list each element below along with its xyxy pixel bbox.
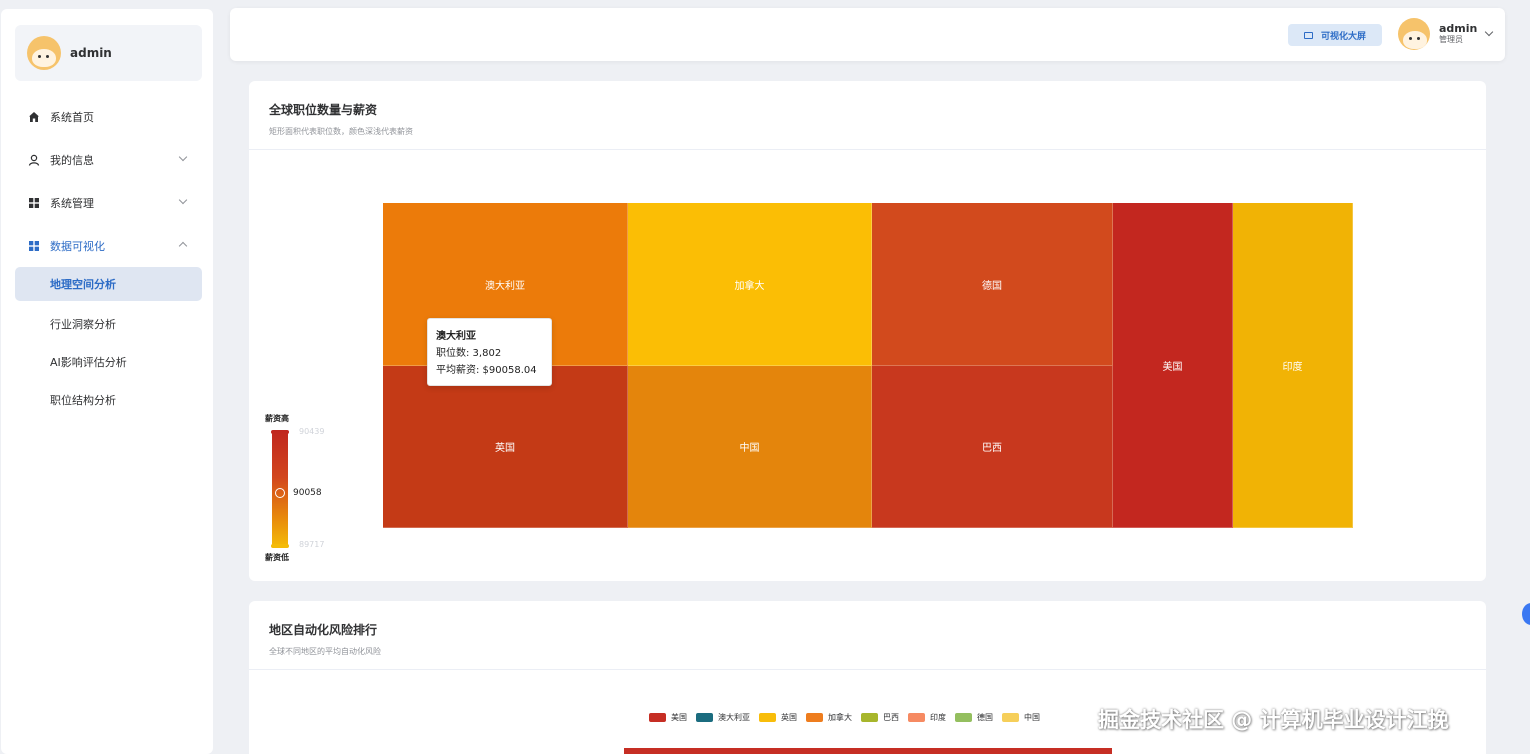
sidebar-item-my-info[interactable]: 我的信息 [15,138,202,181]
tooltip-jobs: 职位数: 3,802 [436,348,502,359]
sidebar-username: admin [70,46,112,60]
tooltip-title: 澳大利亚 [436,331,476,342]
legend-item[interactable]: 巴西 [861,712,899,723]
legend-item[interactable]: 英国 [759,712,797,723]
avatar [27,36,61,70]
legend-label: 印度 [930,713,946,722]
sidebar-item-home[interactable]: 系统首页 [15,95,202,138]
jobs-salary-card: 全球职位数量与薪资 矩形面积代表职位数，颜色深浅代表薪资 澳大利亚 英国 加拿大… [249,81,1486,581]
treemap-cell[interactable]: 英国 [383,366,628,528]
watermark: 掘金技术社区 @ 计算机毕业设计江挽 [1098,708,1449,732]
legend-label: 加拿大 [828,713,852,722]
salary-visual-map: 薪资高 90439 90058 89717 薪资低 [265,411,335,571]
legend-label: 德国 [977,713,993,722]
bigscreen-button[interactable]: 可视化大屏 [1288,24,1382,46]
legend-item[interactable]: 美国 [649,712,687,723]
legend-swatch [1002,713,1019,722]
chevron-up-icon [178,241,188,251]
user-dropdown[interactable]: admin 管理员 [1398,18,1494,50]
legend-swatch [861,713,878,722]
visual-map-low-label: 薪资低 [265,553,289,562]
visual-map-indicator [275,488,285,498]
treemap-cell[interactable]: 美国 [1113,203,1233,528]
sidebar-item-industry-analysis[interactable]: 行业洞察分析 [15,305,202,343]
sidebar-item-label: 系统管理 [50,196,94,210]
legend-label: 澳大利亚 [718,713,750,722]
sidebar: admin 系统首页 我的信息 系统管理 数据可视化 地理空间分析 行业洞察分析… [1,9,213,754]
visual-map-max: 90439 [299,427,325,436]
legend-swatch [806,713,823,722]
chevron-down-icon [178,152,188,162]
home-icon [29,111,39,122]
legend-item[interactable]: 加拿大 [806,712,852,723]
legend-swatch [908,713,925,722]
legend-item[interactable]: 德国 [955,712,993,723]
legend-label: 巴西 [883,713,899,722]
sidebar-item-label: 数据可视化 [50,239,105,253]
legend-swatch [955,713,972,722]
legend-item[interactable]: 中国 [1002,712,1040,723]
card-title: 全球职位数量与薪资 [269,103,378,117]
legend-item[interactable]: 澳大利亚 [696,712,750,723]
tooltip-salary: 平均薪资: $90058.04 [436,365,537,376]
treemap-cell[interactable]: 加拿大 [628,203,872,366]
treemap-cell[interactable]: 巴西 [872,366,1113,528]
card-subtitle: 全球不同地区的平均自动化风险 [269,647,381,656]
top-header: 可视化大屏 admin 管理员 [230,8,1505,61]
legend-label: 中国 [1024,713,1040,722]
treemap-cell[interactable]: 印度 [1233,203,1353,528]
grid-icon [29,240,39,251]
sidebar-item-label: 我的信息 [50,153,94,167]
card-title: 地区自动化风险排行 [269,623,378,637]
sidebar-item-system[interactable]: 系统管理 [15,181,202,224]
legend-label: 英国 [781,713,797,722]
bigscreen-label: 可视化大屏 [1320,31,1366,42]
legend-swatch [649,713,666,722]
visual-map-high-label: 薪资高 [265,414,289,423]
sidebar-menu: 系统首页 我的信息 系统管理 数据可视化 地理空间分析 行业洞察分析 AI影响评… [15,95,202,419]
visual-map-handle-bottom[interactable] [271,544,289,548]
header-role: 管理员 [1439,35,1463,44]
sidebar-item-job-structure[interactable]: 职位结构分析 [15,381,202,419]
visual-map-min: 89717 [299,540,325,549]
legend-swatch [759,713,776,722]
risk-bar[interactable] [624,748,1112,754]
sidebar-item-ai-impact[interactable]: AI影响评估分析 [15,343,202,381]
monitor-icon [1303,31,1313,39]
chevron-down-icon [178,195,188,205]
legend-item[interactable]: 印度 [908,712,946,723]
chevron-down-icon [1485,27,1494,37]
sidebar-user-card[interactable]: admin [15,25,202,81]
legend-label: 美国 [671,713,687,722]
chart-tooltip: 澳大利亚 职位数: 3,802 平均薪资: $90058.04 [427,318,552,386]
avatar [1398,18,1430,50]
user-icon [28,154,40,166]
legend-swatch [696,713,713,722]
treemap-cell[interactable]: 中国 [628,366,872,528]
sidebar-item-visualization[interactable]: 数据可视化 [15,224,202,267]
treemap-cell[interactable]: 德国 [872,203,1113,366]
chart-legend: 美国 澳大利亚 英国 加拿大 巴西 印度 德国 中国 [649,712,1049,723]
grid-icon [29,197,39,208]
header-username: admin [1439,22,1478,35]
sidebar-item-geo-analysis[interactable]: 地理空间分析 [15,267,202,301]
visual-map-current: 90058 [293,488,322,498]
floating-action-button[interactable] [1522,603,1530,625]
sidebar-item-label: 系统首页 [50,110,94,124]
card-subtitle: 矩形面积代表职位数，颜色深浅代表薪资 [269,127,413,136]
